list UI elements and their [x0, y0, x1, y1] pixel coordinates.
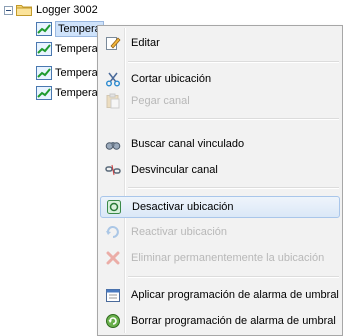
menu-item-desactivar[interactable]: Desactivar ubicación — [100, 196, 340, 218]
chart-icon — [36, 65, 52, 80]
menu-item-pegar: Pegar canal — [100, 90, 340, 112]
menu-item-label: Pegar canal — [131, 95, 190, 107]
menu-item-label: Desvincular canal — [131, 164, 218, 176]
tree-node-channel[interactable]: Tempera — [36, 64, 98, 81]
delete-icon — [105, 250, 121, 266]
menu-item-label: Reactivar ubicación — [131, 226, 227, 238]
menu-item-label: Aplicar programación de alarma de umbral — [131, 289, 339, 301]
menu-item-editar[interactable]: Editar — [100, 32, 340, 54]
menu-item-desvincular[interactable]: Desvincular canal — [100, 159, 340, 181]
reactivate-icon — [105, 224, 121, 240]
unlink-icon — [105, 162, 121, 178]
calendar-icon — [105, 287, 121, 303]
menu-item-label: Desactivar ubicación — [132, 201, 234, 213]
menu-item-eliminar: Eliminar permanentemente la ubicación — [100, 247, 340, 269]
menu-separator — [128, 118, 339, 120]
tree-node-label: Logger 3002 — [36, 4, 98, 16]
menu-item-cortar[interactable]: Cortar ubicación — [100, 68, 340, 90]
chart-icon — [36, 21, 52, 36]
folder-icon — [16, 5, 32, 16]
deactivate-icon — [106, 199, 122, 215]
menu-separator — [128, 187, 339, 189]
tree-node-label: Tempera — [55, 42, 98, 55]
menu-item-borrar-programacion[interactable]: Borrar programación de alarma de umbral — [100, 310, 340, 332]
tree-node-channel[interactable]: Tempera — [36, 40, 98, 57]
tree-node-logger[interactable]: Logger 3002 — [4, 2, 98, 18]
chart-icon — [36, 41, 52, 56]
binoculars-icon — [105, 136, 121, 152]
cut-icon — [105, 71, 121, 87]
menu-item-label: Editar — [131, 37, 160, 49]
tree-node-label: Tempera — [55, 86, 98, 99]
menu-item-aplicar-programacion[interactable]: Aplicar programación de alarma de umbral — [100, 284, 340, 306]
menu-item-label: Borrar programación de alarma de umbral — [131, 315, 336, 327]
tree-node-channel[interactable]: Tempera — [36, 20, 104, 37]
menu-item-label: Eliminar permanentemente la ubicación — [131, 252, 325, 264]
menu-item-buscar-canal[interactable]: Buscar canal vinculado — [100, 133, 340, 155]
menu-separator — [128, 276, 339, 278]
menu-separator — [128, 61, 339, 63]
clear-schedule-icon — [105, 313, 121, 329]
menu-item-reactivar: Reactivar ubicación — [100, 221, 340, 243]
tree-node-channel[interactable]: Tempera — [36, 84, 98, 101]
menu-item-label: Buscar canal vinculado — [131, 138, 245, 150]
paste-icon — [105, 93, 121, 109]
edit-icon — [105, 35, 121, 51]
context-menu: Editar Cortar ubicación Pegar canal Busc… — [97, 25, 343, 336]
menu-item-label: Cortar ubicación — [131, 73, 212, 85]
tree-node-label: Tempera — [55, 66, 98, 79]
chart-icon — [36, 85, 52, 100]
collapse-icon[interactable] — [4, 5, 13, 15]
